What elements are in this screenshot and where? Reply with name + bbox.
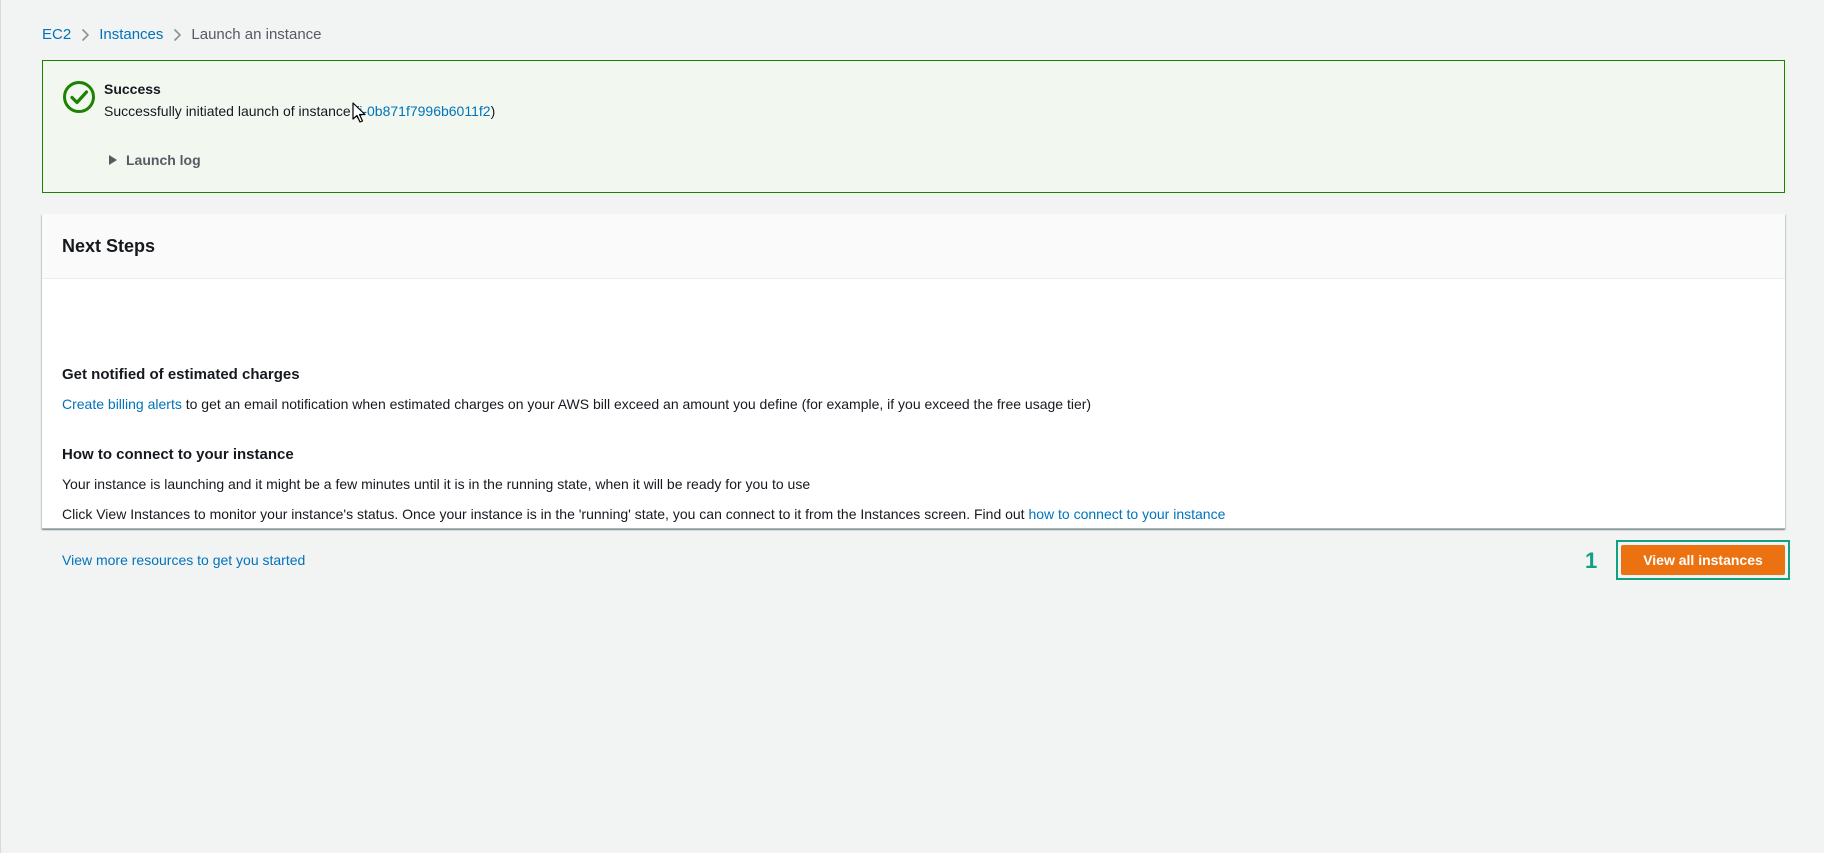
success-flash: Success Successfully initiated launch of… — [42, 60, 1785, 193]
chevron-right-icon — [71, 26, 99, 43]
breadcrumb-ec2-link[interactable]: EC2 — [42, 26, 71, 43]
billing-description: to get an email notification when estima… — [181, 396, 1092, 412]
step-number-badge: 1 — [1585, 548, 1598, 573]
caret-right-icon — [109, 155, 117, 165]
how-to-connect-link[interactable]: how to connect to your instance — [1028, 506, 1225, 522]
chevron-right-icon — [163, 26, 191, 43]
connect-line-2-text: Click View Instances to monitor your ins… — [62, 506, 1029, 522]
launch-log-label: Launch log — [126, 152, 201, 168]
next-steps-title: Next Steps — [62, 235, 156, 256]
breadcrumb-current: Launch an instance — [191, 25, 322, 43]
connect-line-2: Click View Instances to monitor your ins… — [62, 506, 1225, 522]
page: EC2 Instances Launch an instance Success… — [0, 0, 1824, 853]
breadcrumb-instances-link[interactable]: Instances — [99, 26, 163, 43]
next-steps-card: Next Steps Get notified of estimated cha… — [42, 214, 1785, 568]
connect-heading: How to connect to your instance — [62, 446, 294, 463]
flash-message-prefix: Successfully initiated launch of instanc… — [104, 103, 360, 119]
billing-text: Create billing alerts to get an email no… — [62, 396, 1091, 412]
connect-line-1: Your instance is launching and it might … — [62, 476, 811, 492]
view-all-instances-button[interactable]: View all instances — [1621, 545, 1785, 575]
card-header: Next Steps — [42, 214, 1785, 279]
launch-log-toggle[interactable]: Launch log — [109, 152, 201, 168]
view-more-resources-link[interactable]: View more resources to get you started — [62, 552, 305, 568]
breadcrumb: EC2 Instances Launch an instance — [42, 24, 322, 44]
flash-title: Success — [104, 81, 161, 97]
flash-message: Successfully initiated launch of instanc… — [104, 103, 495, 119]
billing-heading: Get notified of estimated charges — [62, 366, 300, 383]
create-billing-alerts-link[interactable]: Create billing alerts — [62, 396, 182, 412]
check-circle-icon — [62, 80, 96, 114]
resources-row: View more resources to get you started — [62, 552, 305, 568]
instance-id-link[interactable]: i-0b871f7996b6011f2 — [359, 103, 490, 119]
flash-message-suffix: ) — [490, 103, 496, 119]
